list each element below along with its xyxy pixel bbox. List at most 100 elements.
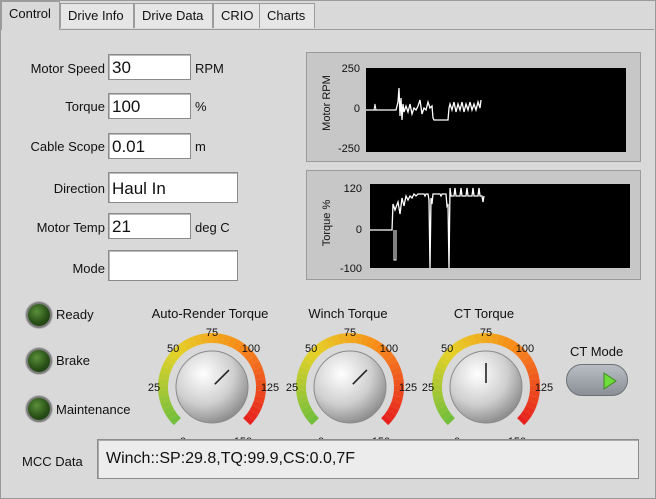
gauge-arc-segment [434,400,447,410]
torque-field[interactable]: 100 [108,93,191,119]
gauge-arc-segment [365,336,375,348]
gauge-arc-segment [436,360,448,371]
motor-speed-field[interactable]: 30 [108,54,191,80]
tab-drive-info[interactable]: Drive Info [60,3,134,28]
gauge-arc-segment [391,395,403,404]
rpm-tick-bottom: -250 [337,143,360,155]
gauge-tick-label: 25 [422,382,434,394]
gauge-tick-label: 75 [480,327,492,339]
torque-chart: Torque % 120 0 -100 [306,170,641,280]
gauge-arc-segment [390,366,402,376]
gauge-arc-segment [355,333,363,345]
torque-plot [370,184,630,269]
gauge-arc-segment [491,333,499,345]
gauge-arc-segment [252,366,264,376]
motor-speed-unit: RPM [195,61,224,76]
gauge-arc-segment [436,405,449,416]
tab-charts[interactable]: Charts [259,3,315,28]
control-panel: Motor Speed 30 RPM Torque 100 % Cable Sc… [2,29,654,498]
gauge-arc-segment [251,400,264,410]
gauge-arc-segment [381,414,393,426]
gauge-arc-segment [254,372,266,381]
gauge-knob[interactable] [449,350,523,424]
gauge-arc-segment [455,338,467,351]
direction-label: Direction [53,181,105,196]
app-window: Control Drive Info Drive Data CRIO Chart… [0,0,656,499]
winch-torque-title: Winch Torque [308,306,388,321]
maintenance-label: Maintenance [56,402,131,417]
gauge-arc-segment [297,395,309,404]
gauge-arc-segment [520,409,533,421]
brake-label: Brake [56,353,90,368]
gauge-arc-segment [392,372,404,381]
mcc-data-label: MCC Data [22,454,83,469]
gauge-tick-label: 50 [305,343,317,355]
gauge-arc-segment [249,405,262,416]
gauge-arc-segment [298,400,311,410]
gauge-arc-segment [253,395,265,404]
tab-crio[interactable]: CRIO [213,3,263,28]
gauge-arc-segment [300,360,312,371]
gauge-arc-segment [246,409,259,421]
gauge-arc-segment [303,409,316,421]
gauge-arc-segment [160,400,173,410]
gauge-arc-segment [164,355,177,366]
motor-rpm-trace [366,87,482,121]
gauge-tick-label: 100 [516,343,534,355]
gauge-arc-segment [325,336,335,348]
gauge-arc-segment [528,372,540,381]
gauge-arc-segment [467,334,476,346]
gauge-arc-segment [296,390,307,398]
motor-temp-label: Motor Temp [36,220,105,235]
motor-speed-label: Motor Speed [30,61,105,76]
gauge-arc-segment [298,366,310,376]
direction-field[interactable]: Haul In [108,172,238,203]
gauge-tick-label: 125 [535,382,553,394]
gauge-arc-segment [300,405,313,416]
ct-mode-button[interactable] [566,364,628,396]
gauge-arc-segment [389,400,402,410]
gauge-arc-segment [227,336,237,348]
cable-scope-field[interactable]: 0.01 [108,133,191,159]
gauge-arc-segment [433,395,445,404]
gauge-arc-segment [181,338,193,351]
gauge-arc-segment [162,360,174,371]
ct-torque-title: CT Torque [453,306,515,321]
gauge-arc-segment [496,334,505,346]
ready-led [26,302,52,328]
torque-tick-bottom: -100 [339,263,362,275]
tab-drive-data[interactable]: Drive Data [134,3,213,28]
gauge-knob[interactable] [175,350,249,424]
ct-mode-label: CT Mode [570,344,624,359]
gauge-tick-label: 100 [242,343,260,355]
tab-bar: Control Drive Info Drive Data CRIO Chart… [1,1,655,30]
gauge-arc-segment [165,409,178,421]
rpm-tick-zero: 0 [353,103,360,115]
gauge-arc-segment [158,372,170,381]
motor-temp-field[interactable]: 21 [108,213,191,239]
gauge-arc-segment [159,395,171,404]
torque-tick-zero: 0 [355,224,362,236]
gauge-tick-label: 75 [206,327,218,339]
ct-torque-gauge: 0255075100125150 [422,327,553,443]
mode-field[interactable] [108,250,238,281]
gauge-arc-segment [438,355,451,366]
gauge-arc-segment [296,378,307,386]
gauge-tick-label: 25 [286,382,298,394]
torque-unit: % [195,99,207,114]
gauge-tick-label: 75 [344,327,356,339]
gauge-arc-segment [523,405,536,416]
gauge-knob[interactable] [313,350,387,424]
gauge-arc-segment [250,360,262,371]
tab-control[interactable]: Control [1,1,60,30]
cable-scope-label: Cable Scope [30,139,105,154]
motor-rpm-chart: Motor RPM 250 0 -250 [306,52,641,162]
gauge-tick-label: 25 [148,382,160,394]
gauge-arc-segment [187,336,197,348]
gauge-arc-segment [314,342,326,354]
gauge-arc-segment [169,414,181,426]
cable-scope-unit: m [195,139,206,154]
auto-render-torque-title: Auto-Render Torque [151,306,269,321]
winch-torque-gauge: 0255075100125150 [286,327,417,443]
gauge-arc-segment [247,355,260,366]
